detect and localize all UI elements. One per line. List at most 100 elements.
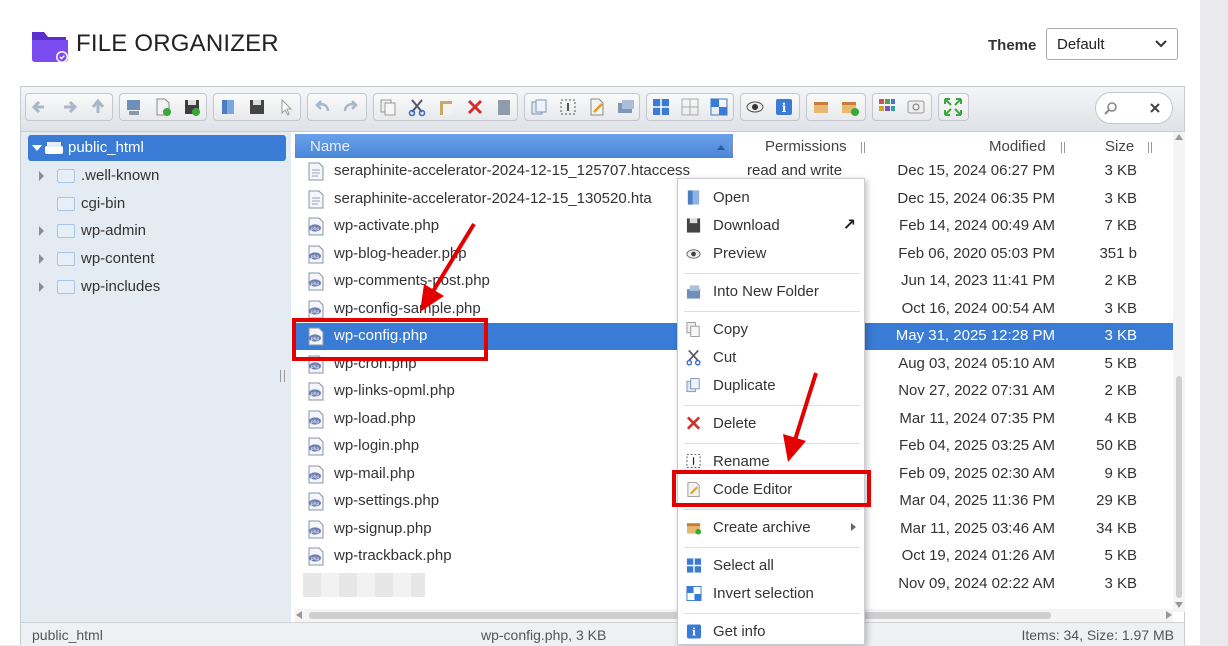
download-icon: [686, 218, 701, 233]
file-modified: Oct 16, 2024 00:54 AM: [901, 299, 1055, 317]
scroll-right-icon[interactable]: [1166, 611, 1172, 619]
menu-separator: [684, 547, 860, 548]
menu-item-select-all[interactable]: Select all: [678, 552, 864, 580]
tree-item-label: wp-admin: [81, 222, 147, 240]
svg-text:php: php: [311, 281, 320, 287]
app-title: FILE ORGANIZER: [76, 30, 279, 57]
tree-item[interactable]: wp-content: [39, 247, 273, 271]
drive-icon: [45, 142, 63, 154]
select-all-icon[interactable]: [651, 97, 671, 117]
name-column-header[interactable]: Name: [295, 134, 733, 158]
redo-icon[interactable]: [341, 97, 361, 117]
menu-item-download[interactable]: Download ↗: [678, 212, 864, 240]
php-file-icon: php: [308, 245, 324, 263]
menu-item-preview[interactable]: Preview: [678, 240, 864, 268]
menu-item-label: Delete: [713, 415, 757, 432]
modified-column-header[interactable]: Modified: [989, 138, 1046, 155]
menu-item-delete[interactable]: Delete: [678, 410, 864, 438]
file-modified: Mar 04, 2025 11:36 PM: [899, 492, 1055, 509]
annotation-highlight-wp-config: [292, 318, 488, 361]
tree-item[interactable]: cgi-bin: [53, 192, 273, 216]
theme-select[interactable]: Default: [1046, 28, 1178, 60]
column-resize-handle[interactable]: [1148, 142, 1152, 153]
tree-resize-handle[interactable]: [280, 370, 285, 382]
menu-item-cut[interactable]: Cut: [678, 344, 864, 372]
chevron-down-icon[interactable]: [32, 145, 42, 151]
file-name: wp-signup.php: [334, 519, 432, 537]
svg-text:php: php: [311, 473, 320, 479]
forward-icon[interactable]: [59, 97, 79, 117]
invert-selection-icon[interactable]: [709, 97, 729, 117]
file-size: 3 KB: [1104, 189, 1137, 207]
column-resize-handle[interactable]: [861, 142, 865, 153]
vertical-scroll-thumb[interactable]: [1176, 376, 1182, 598]
svg-text:php: php: [311, 528, 320, 534]
chevron-right-icon[interactable]: [39, 281, 44, 292]
tree-item[interactable]: wp-admin: [39, 219, 273, 243]
tree-root-public-html[interactable]: public_html: [28, 135, 286, 161]
select-none-icon[interactable]: [680, 97, 700, 117]
file-modified: Feb 04, 2025 03:25 AM: [899, 437, 1055, 454]
menu-item-invert-selection[interactable]: Invert selection: [678, 580, 864, 608]
empty-icon[interactable]: [494, 97, 514, 117]
fullscreen-icon[interactable]: [943, 97, 963, 117]
copy-icon[interactable]: [378, 97, 398, 117]
menu-item-get-info[interactable]: i Get info: [678, 618, 864, 646]
edit-file-icon[interactable]: [587, 97, 607, 117]
column-resize-handle[interactable]: [1061, 142, 1065, 153]
scroll-left-icon[interactable]: [296, 611, 302, 619]
new-file-icon[interactable]: [153, 97, 173, 117]
help-icon[interactable]: [906, 97, 926, 117]
chevron-right-icon[interactable]: [39, 171, 44, 181]
create-archive-icon[interactable]: [840, 97, 860, 117]
folder-icon: [57, 252, 75, 267]
cut-icon[interactable]: [407, 97, 427, 117]
open-icon[interactable]: [218, 97, 238, 117]
scroll-down-icon[interactable]: [1175, 602, 1183, 608]
tree-item[interactable]: .well-known: [39, 164, 273, 188]
file-name: wp-settings.php: [334, 492, 440, 509]
chevron-down-icon: [1155, 40, 1167, 48]
download-icon[interactable]: [247, 97, 267, 117]
vertical-scrollbar[interactable]: [1173, 132, 1185, 612]
menu-item-open[interactable]: Open: [678, 184, 864, 212]
icons-view-icon[interactable]: [877, 97, 897, 117]
network-drive-icon[interactable]: [124, 97, 144, 117]
rename-icon[interactable]: [558, 97, 578, 117]
file-modified: Feb 06, 2020 05:03 PM: [898, 244, 1055, 262]
clear-search-icon[interactable]: [1150, 103, 1160, 113]
back-icon[interactable]: [30, 97, 50, 117]
select-pointer-icon[interactable]: [276, 97, 296, 117]
scroll-up-icon[interactable]: [1175, 134, 1183, 140]
undo-icon[interactable]: [312, 97, 332, 117]
paste-icon[interactable]: [436, 97, 456, 117]
file-modified: Nov 27, 2022 07:31 AM: [898, 382, 1055, 399]
search-input[interactable]: [1095, 92, 1173, 124]
up-icon[interactable]: [88, 97, 108, 117]
into-folder-icon: [686, 285, 701, 299]
info-icon[interactable]: i: [774, 97, 794, 117]
size-column-header[interactable]: Size: [1105, 138, 1134, 155]
menu-item-label: Duplicate: [713, 377, 776, 394]
menu-item-duplicate[interactable]: Duplicate: [678, 372, 864, 400]
chevron-right-icon[interactable]: [39, 254, 44, 265]
chevron-right-icon[interactable]: [39, 226, 44, 237]
menu-item-create-archive[interactable]: Create archive: [678, 514, 864, 542]
toolbar-group-fullscreen: [938, 93, 969, 121]
menu-item-into-new-folder[interactable]: Into New Folder: [678, 278, 864, 306]
menu-item-copy[interactable]: Copy: [678, 316, 864, 344]
duplicate-icon[interactable]: [529, 97, 549, 117]
info-icon: i: [686, 624, 702, 639]
extract-icon[interactable]: [811, 97, 831, 117]
file-size: 34 KB: [1096, 519, 1137, 537]
column-resize-handle[interactable]: [729, 142, 733, 153]
save-icon[interactable]: [182, 97, 202, 117]
file-size: 7 KB: [1104, 217, 1137, 234]
delete-icon[interactable]: [465, 97, 485, 117]
tree-item[interactable]: wp-includes: [39, 275, 273, 299]
archive-icon[interactable]: [616, 97, 636, 117]
invert-selection-icon: [686, 585, 702, 602]
permissions-column-header[interactable]: Permissions: [765, 138, 847, 155]
svg-text:php: php: [311, 391, 320, 397]
preview-icon[interactable]: [745, 97, 765, 117]
